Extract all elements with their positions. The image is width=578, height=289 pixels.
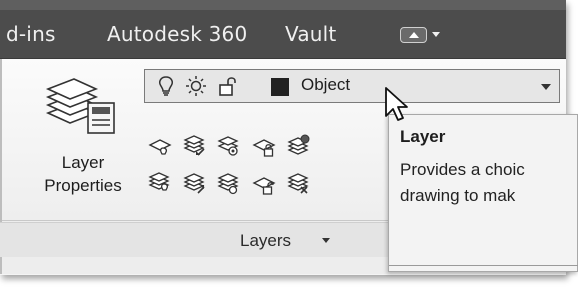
tooltip-title: Layer (400, 127, 446, 146)
layer-tooltip: Layer Provides a choic drawing to mak (388, 114, 578, 272)
layer-merge-icon[interactable] (286, 171, 312, 195)
layer-walk-icon[interactable] (286, 133, 312, 157)
layer-unisolate-icon[interactable] (216, 171, 242, 195)
screenshot-frame: d-ins Autodesk 360 Vault Layer Propertie… (0, 0, 578, 289)
chevron-down-icon[interactable] (541, 84, 551, 90)
ribbon-minimize-button[interactable] (400, 27, 427, 43)
current-layer-name: Object (301, 75, 351, 94)
layer-properties-icon (45, 78, 115, 134)
title-bar (0, 0, 566, 10)
layer-dropdown[interactable]: Object (144, 69, 560, 103)
layer-lock-icon[interactable] (252, 135, 278, 159)
tab-autodesk-360[interactable]: Autodesk 360 (107, 22, 247, 46)
layer-change-icon[interactable] (182, 171, 208, 195)
lightbulb-icon (159, 76, 173, 96)
layer-match-icon[interactable] (182, 133, 208, 157)
layers-panel-title: Layers (240, 231, 292, 250)
ribbon-tab-bar: d-ins Autodesk 360 Vault (0, 10, 566, 59)
layer-off-icon[interactable] (148, 135, 174, 159)
layer-isolate-icon[interactable] (216, 133, 242, 157)
sun-icon (186, 76, 206, 96)
unlock-icon (219, 77, 236, 96)
tab-add-ins[interactable]: d-ins (6, 22, 56, 46)
mouse-pointer-icon (385, 87, 408, 121)
tooltip-description-line1: Provides a choic (400, 160, 525, 179)
layer-properties-label: Layer Properties (28, 151, 138, 197)
layer-unlock-icon[interactable] (252, 173, 278, 197)
layer-color-swatch (271, 78, 289, 96)
chevron-down-icon[interactable] (322, 238, 330, 243)
tooltip-divider (389, 265, 578, 266)
layer-on-icon[interactable] (148, 171, 174, 195)
tooltip-description-line2: drawing to mak (400, 186, 516, 205)
chevron-down-icon[interactable] (432, 32, 440, 37)
layer-properties-label-line1: Layer (61, 153, 105, 172)
tab-vault[interactable]: Vault (285, 22, 336, 46)
layer-properties-label-line2: Properties (44, 176, 122, 195)
layer-properties-button[interactable]: Layer Properties (28, 67, 138, 217)
